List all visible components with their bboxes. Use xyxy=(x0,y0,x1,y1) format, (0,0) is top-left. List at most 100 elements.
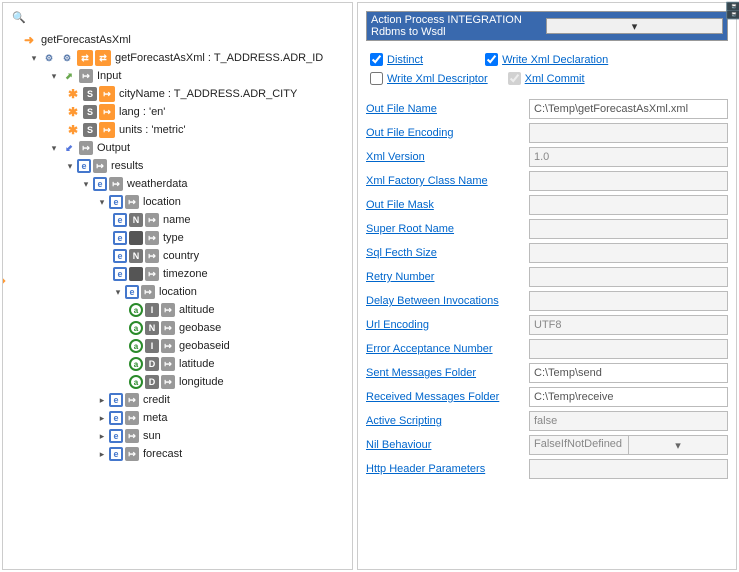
prop-label[interactable]: Sent Messages Folder xyxy=(366,367,476,379)
check-label[interactable]: Write Xml Descriptor xyxy=(387,73,488,85)
checkbox[interactable] xyxy=(485,53,498,66)
sent-folder-input[interactable] xyxy=(529,363,728,383)
xml-commit-check[interactable]: Xml Commit xyxy=(508,72,585,85)
tree-item[interactable]: ▾ e ↦ location xyxy=(9,193,346,211)
toggle-icon[interactable]: ▸ xyxy=(97,413,107,423)
gear-icon: ⚙ xyxy=(59,50,75,66)
prop-label[interactable]: Url Encoding xyxy=(366,319,429,331)
checkbox[interactable] xyxy=(508,72,521,85)
toggle-icon[interactable]: ▾ xyxy=(65,161,75,171)
tree-item[interactable]: e ↦ timezone xyxy=(9,265,346,283)
tree-process[interactable]: ▾ ⚙ ⚙ ⇄ ⇄ getForecastAsXml : T_ADDRESS.A… xyxy=(9,49,346,67)
retry-number-input[interactable] xyxy=(529,267,728,287)
prop-label[interactable]: Http Header Parameters xyxy=(366,463,485,475)
chevron-down-icon[interactable]: ▾ xyxy=(546,18,723,34)
write-xml-decl-check[interactable]: Write Xml Declaration xyxy=(485,53,608,66)
prop-row: Out File Mask xyxy=(366,195,728,215)
checkbox[interactable] xyxy=(370,72,383,85)
tree-item[interactable]: a I ↦ altitude xyxy=(9,301,346,319)
chevron-down-icon[interactable]: ▾ xyxy=(628,436,727,454)
tree-item[interactable]: ▾ e ↦ location xyxy=(9,283,346,301)
tree-item[interactable]: a D ↦ longitude xyxy=(9,373,346,391)
out-file-encoding-input[interactable] xyxy=(529,123,728,143)
delay-input[interactable] xyxy=(529,291,728,311)
action-type-select[interactable]: Action Process INTEGRATION Rdbms to Wsdl… xyxy=(366,11,728,41)
tree-item[interactable]: ▸ e ↦ credit xyxy=(9,391,346,409)
error-acceptance-input[interactable] xyxy=(529,339,728,359)
toggle-icon[interactable]: ▸ xyxy=(97,431,107,441)
prop-label[interactable]: Error Acceptance Number xyxy=(366,343,493,355)
map-icon: ↦ xyxy=(161,339,175,353)
tree-label: sun xyxy=(141,430,161,442)
toggle-icon[interactable]: ▸ xyxy=(97,449,107,459)
active-scripting-input[interactable] xyxy=(529,411,728,431)
toggle-icon[interactable]: ▾ xyxy=(113,287,123,297)
tree-item[interactable]: ✱ S ↦ units : 'metric' xyxy=(9,121,346,139)
toggle-icon[interactable]: ▸ xyxy=(97,395,107,405)
prop-label[interactable]: Active Scripting xyxy=(366,415,442,427)
process-icon: ↦ xyxy=(99,122,115,138)
url-encoding-input[interactable] xyxy=(529,315,728,335)
search-icon[interactable]: 🔍 xyxy=(11,9,27,25)
tree-root[interactable]: ➜ getForecastAsXml xyxy=(9,31,346,49)
write-xml-desc-check[interactable]: Write Xml Descriptor xyxy=(370,72,488,85)
out-file-name-input[interactable] xyxy=(529,99,728,119)
distinct-check[interactable]: Distinct xyxy=(370,53,423,66)
tree-item[interactable]: ▸ e ↦ sun xyxy=(9,427,346,445)
check-label[interactable]: Distinct xyxy=(387,54,423,66)
tree-item[interactable]: ▾ e ↦ results xyxy=(9,157,346,175)
prop-label[interactable]: Xml Factory Class Name xyxy=(366,175,488,187)
map-icon: ↦ xyxy=(93,159,107,173)
map-icon: ↦ xyxy=(109,177,123,191)
tree-item[interactable]: ▸ e ↦ meta xyxy=(9,409,346,427)
tree-item[interactable]: a N ↦ geobase xyxy=(9,319,346,337)
prop-label[interactable]: Received Messages Folder xyxy=(366,391,499,403)
prop-label[interactable]: Retry Number xyxy=(366,271,434,283)
tree-item[interactable]: a D ↦ latitude xyxy=(9,355,346,373)
prop-label[interactable]: Out File Mask xyxy=(366,199,434,211)
xml-factory-input[interactable] xyxy=(529,171,728,191)
n-icon: N xyxy=(145,321,159,335)
toggle-icon[interactable]: ▾ xyxy=(29,53,39,63)
map-icon: ↦ xyxy=(79,69,93,83)
prop-label[interactable]: Delay Between Invocations xyxy=(366,295,499,307)
check-label[interactable]: Write Xml Declaration xyxy=(502,54,608,66)
sql-fetch-input[interactable] xyxy=(529,243,728,263)
received-folder-input[interactable] xyxy=(529,387,728,407)
prop-label[interactable]: Out File Name xyxy=(366,103,437,115)
prop-label[interactable]: Nil Behaviour xyxy=(366,439,431,451)
tree-label: timezone xyxy=(161,268,208,280)
check-label[interactable]: Xml Commit xyxy=(525,73,585,85)
tree-item[interactable]: a I ↦ geobaseid xyxy=(9,337,346,355)
tree-label: weatherdata xyxy=(125,178,188,190)
n-icon: N xyxy=(129,213,143,227)
tree-item[interactable]: e ↦ type xyxy=(9,229,346,247)
nil-behaviour-select[interactable]: FalseIfNotDefined▾ xyxy=(529,435,728,455)
toggle-icon[interactable]: ▾ xyxy=(49,143,59,153)
prop-label[interactable]: Xml Version xyxy=(366,151,425,163)
prop-row: Out File Name xyxy=(366,99,728,119)
tree-item[interactable]: ▸ e ↦ forecast xyxy=(9,445,346,463)
tree-view[interactable]: ➜ getForecastAsXml ▾ ⚙ ⚙ ⇄ ⇄ getForecast… xyxy=(7,27,348,467)
tree-input[interactable]: ▾ ⬈ ↦ Input xyxy=(9,67,346,85)
xml-version-input[interactable] xyxy=(529,147,728,167)
out-file-mask-input[interactable] xyxy=(529,195,728,215)
tree-output[interactable]: ▾ ⬋ ↦ Output xyxy=(9,139,346,157)
toggle-icon[interactable]: ▾ xyxy=(49,71,59,81)
http-header-input[interactable] xyxy=(529,459,728,479)
tree-item[interactable]: ✱ S ↦ lang : 'en' xyxy=(9,103,346,121)
tree-item[interactable]: e N ↦ name xyxy=(9,211,346,229)
prop-label[interactable]: Sql Fecth Size xyxy=(366,247,437,259)
out-icon: ⬋ xyxy=(61,140,77,156)
tree-item[interactable]: ✱ S ↦ cityName : T_ADDRESS.ADR_CITY xyxy=(9,85,346,103)
toggle-icon[interactable]: ▾ xyxy=(97,197,107,207)
e-icon: e xyxy=(109,447,123,461)
prop-label[interactable]: Out File Encoding xyxy=(366,127,453,139)
prop-label[interactable]: Super Root Name xyxy=(366,223,454,235)
tree-item[interactable]: e N ↦ country xyxy=(9,247,346,265)
checkbox[interactable] xyxy=(370,53,383,66)
i-icon: I xyxy=(145,339,159,353)
super-root-input[interactable] xyxy=(529,219,728,239)
tree-item[interactable]: ▾ e ↦ weatherdata xyxy=(9,175,346,193)
toggle-icon[interactable]: ▾ xyxy=(81,179,91,189)
